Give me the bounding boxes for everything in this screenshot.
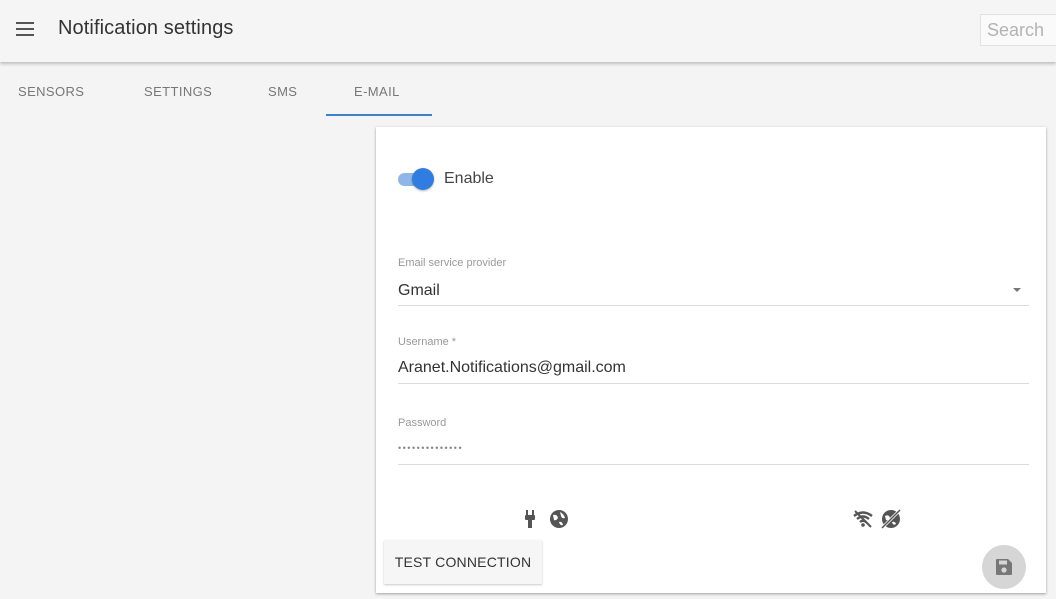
email-provider-label: Email service provider xyxy=(398,257,507,269)
username-field[interactable]: Username * Aranet.Notifications@gmail.co… xyxy=(398,336,1029,384)
password-value: •••••••••••••• xyxy=(398,443,464,453)
tab-sensors[interactable]: SENSORS xyxy=(18,84,84,99)
tab-email[interactable]: E-MAIL xyxy=(354,84,400,99)
save-icon xyxy=(996,559,1012,575)
chevron-down-icon[interactable] xyxy=(1013,288,1021,292)
email-provider-select[interactable]: Email service provider Gmail xyxy=(398,255,1029,306)
password-field[interactable]: Password •••••••••••••• xyxy=(398,417,1029,465)
save-button[interactable] xyxy=(982,545,1026,589)
enable-toggle[interactable] xyxy=(396,167,436,191)
active-tab-indicator xyxy=(326,114,432,116)
username-value: Aranet.Notifications@gmail.com xyxy=(398,359,626,376)
tab-sms[interactable]: SMS xyxy=(268,84,297,99)
menu-icon[interactable] xyxy=(16,22,34,36)
globe-icon xyxy=(550,510,568,528)
page-title: Notification settings xyxy=(58,17,234,39)
tab-bar: SENSORS SETTINGS SMS E-MAIL xyxy=(0,64,1056,118)
enable-label: Enable xyxy=(444,170,494,187)
username-label: Username * xyxy=(398,336,457,348)
plug-icon xyxy=(525,510,535,528)
toggle-thumb xyxy=(412,168,434,190)
search-input[interactable] xyxy=(980,14,1056,46)
globe-off-icon xyxy=(880,508,902,530)
password-label: Password xyxy=(398,417,447,429)
app-header: Notification settings xyxy=(0,0,1056,62)
tab-settings[interactable]: SETTINGS xyxy=(144,84,212,99)
test-connection-button[interactable]: TEST CONNECTION xyxy=(384,540,542,584)
wifi-off-icon xyxy=(853,510,873,528)
email-provider-value: Gmail xyxy=(398,282,440,299)
email-settings-card: Enable Email service provider Gmail User… xyxy=(376,127,1046,593)
